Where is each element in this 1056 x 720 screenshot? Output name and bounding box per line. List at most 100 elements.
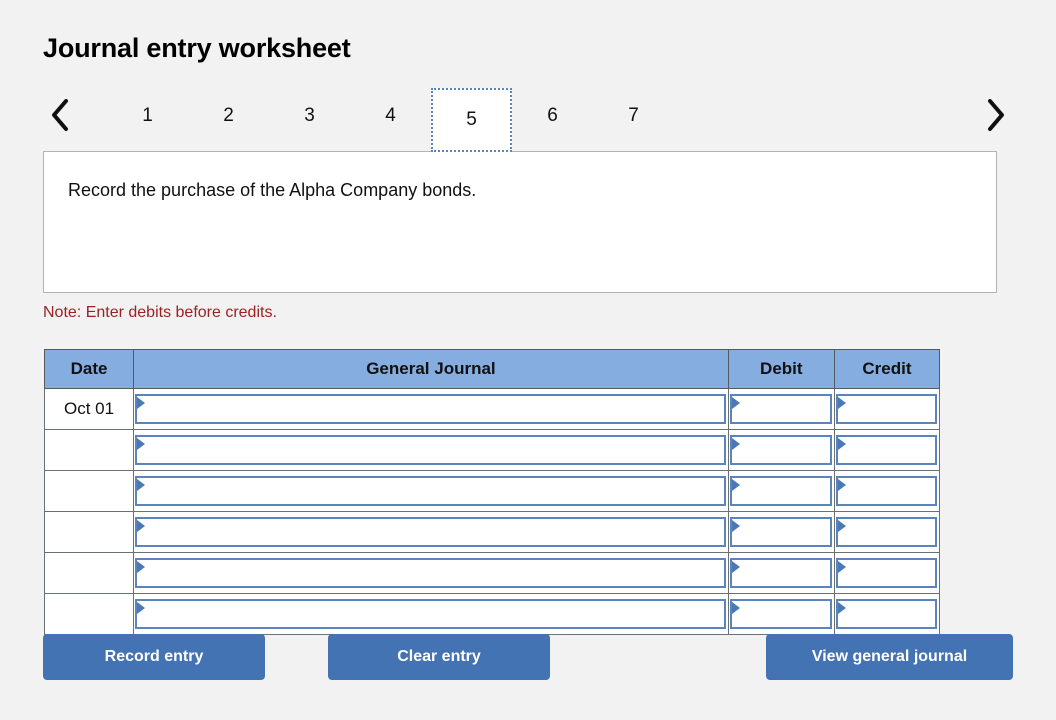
tab-label: 6 (547, 105, 558, 126)
debits-before-credits-note: Note: Enter debits before credits. (43, 304, 277, 321)
account-input-value (137, 560, 724, 564)
account-input-value (137, 601, 724, 605)
credit-input-value (838, 396, 935, 400)
credit-cell[interactable] (833, 388, 941, 430)
tab-4[interactable]: 4 (350, 88, 431, 144)
chevron-left-icon (49, 98, 71, 132)
debit-input[interactable] (729, 599, 832, 629)
account-input[interactable] (135, 394, 726, 424)
table-row (43, 593, 941, 635)
requirement-text: Record the purchase of the Alpha Company… (68, 180, 477, 200)
chevron-right-icon (985, 98, 1007, 132)
table-row (43, 429, 941, 471)
credit-input-value (838, 519, 935, 523)
account-cell[interactable] (133, 429, 729, 471)
journal-table-head: Date General Journal Debit Credit (43, 349, 941, 389)
tab-5-active[interactable]: 5 (431, 88, 512, 152)
tab-label: 1 (142, 105, 153, 126)
tab-1[interactable]: 1 (107, 88, 188, 144)
credit-cell[interactable] (833, 429, 941, 471)
tab-label: 4 (385, 105, 396, 126)
credit-input[interactable] (835, 599, 937, 629)
journal-table-body: Oct 01 (43, 388, 941, 635)
date-cell[interactable] (43, 511, 135, 553)
tab-label: 7 (628, 105, 639, 126)
account-input[interactable] (135, 517, 726, 547)
debit-input-value (732, 396, 830, 400)
column-header-debit: Debit (727, 349, 835, 389)
column-header-general-journal: General Journal (133, 349, 729, 389)
table-row (43, 511, 941, 553)
debit-cell[interactable] (727, 552, 835, 594)
column-header-date: Date (43, 349, 135, 389)
date-cell[interactable] (43, 552, 135, 594)
credit-input[interactable] (835, 435, 937, 465)
account-cell[interactable] (133, 470, 729, 512)
tab-2[interactable]: 2 (188, 88, 269, 144)
date-cell[interactable] (43, 593, 135, 635)
clear-entry-button[interactable]: Clear entry (328, 634, 550, 680)
account-input[interactable] (135, 558, 726, 588)
table-row: Oct 01 (43, 388, 941, 430)
journal-entry-table: Date General Journal Debit Credit Oct 01 (43, 349, 941, 635)
credit-input[interactable] (835, 394, 937, 424)
account-input[interactable] (135, 599, 726, 629)
tab-3[interactable]: 3 (269, 88, 350, 144)
account-cell[interactable] (133, 511, 729, 553)
account-input[interactable] (135, 435, 726, 465)
account-input-value (137, 478, 724, 482)
debit-input-value (732, 437, 830, 441)
tab-7[interactable]: 7 (593, 88, 674, 144)
account-input[interactable] (135, 476, 726, 506)
table-header-row: Date General Journal Debit Credit (43, 349, 941, 389)
tab-label: 2 (223, 105, 234, 126)
account-cell[interactable] (133, 593, 729, 635)
credit-cell[interactable] (833, 511, 941, 553)
debit-input[interactable] (729, 558, 832, 588)
tab-6[interactable]: 6 (512, 88, 593, 144)
account-input-value (137, 396, 724, 400)
requirement-box: Record the purchase of the Alpha Company… (43, 151, 997, 293)
debit-input-value (732, 601, 830, 605)
debit-input[interactable] (729, 435, 832, 465)
record-entry-button[interactable]: Record entry (43, 634, 265, 680)
tab-label: 5 (466, 109, 477, 130)
credit-cell[interactable] (833, 552, 941, 594)
debit-input-value (732, 560, 830, 564)
debit-cell[interactable] (727, 593, 835, 635)
date-cell[interactable] (43, 429, 135, 471)
credit-input[interactable] (835, 476, 937, 506)
column-header-credit: Credit (833, 349, 941, 389)
debit-input[interactable] (729, 476, 832, 506)
account-input-value (137, 519, 724, 523)
view-general-journal-button[interactable]: View general journal (766, 634, 1013, 680)
page-title: Journal entry worksheet (43, 33, 351, 63)
credit-input-value (838, 560, 935, 564)
credit-cell[interactable] (833, 470, 941, 512)
next-worksheet-button[interactable] (979, 88, 1013, 142)
debit-input[interactable] (729, 517, 832, 547)
credit-input-value (838, 478, 935, 482)
debit-cell[interactable] (727, 429, 835, 471)
credit-cell[interactable] (833, 593, 941, 635)
credit-input-value (838, 437, 935, 441)
debit-cell[interactable] (727, 470, 835, 512)
journal-entry-worksheet-page: Journal entry worksheet 1 2 3 4 5 6 7 Re… (0, 0, 1056, 720)
account-input-value (137, 437, 724, 441)
debit-input[interactable] (729, 394, 832, 424)
debit-input-value (732, 478, 830, 482)
credit-input[interactable] (835, 558, 937, 588)
date-cell[interactable] (43, 470, 135, 512)
credit-input-value (838, 601, 935, 605)
tab-label: 3 (304, 105, 315, 126)
account-cell[interactable] (133, 552, 729, 594)
account-cell[interactable] (133, 388, 729, 430)
previous-worksheet-button[interactable] (43, 88, 77, 142)
worksheet-tabs: 1 2 3 4 5 6 7 (107, 88, 674, 152)
debit-cell[interactable] (727, 511, 835, 553)
table-row (43, 470, 941, 512)
credit-input[interactable] (835, 517, 937, 547)
debit-cell[interactable] (727, 388, 835, 430)
date-cell[interactable]: Oct 01 (43, 388, 135, 430)
debit-input-value (732, 519, 830, 523)
